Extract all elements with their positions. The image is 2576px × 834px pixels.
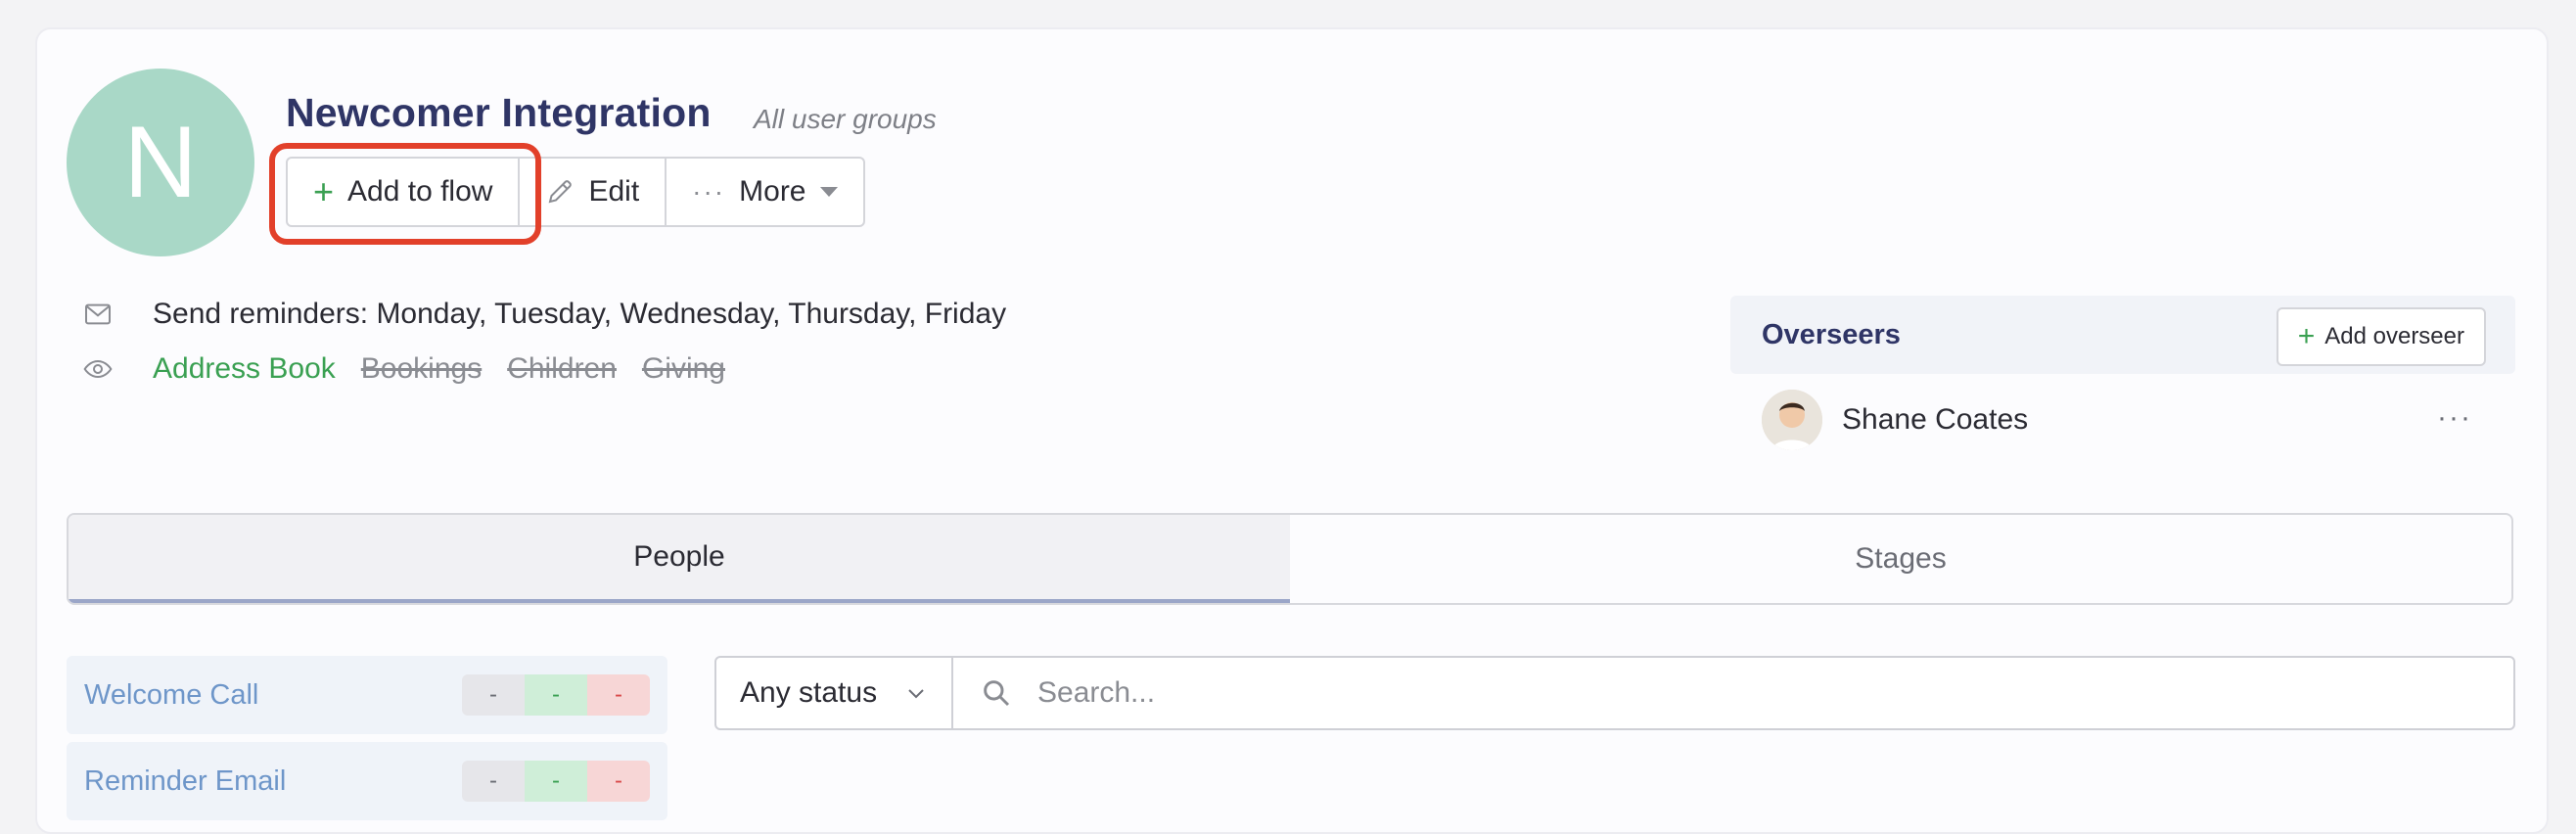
reminders-row: Send reminders: Monday, Tuesday, Wednesd…	[82, 298, 1006, 331]
stage-name: Welcome Call	[84, 678, 259, 711]
count-overdue: -	[587, 674, 650, 716]
user-group-scope: All user groups	[754, 104, 937, 134]
list-item[interactable]: Welcome Call - - -	[67, 656, 667, 734]
app-link-bookings[interactable]: Bookings	[361, 352, 482, 386]
overseer-name: Shane Coates	[1842, 403, 2029, 436]
overseers-heading: Overseers	[1762, 319, 1901, 350]
edit-label: Edit	[588, 175, 640, 208]
stage-counts: - - -	[462, 761, 650, 802]
caret-down-icon	[819, 187, 838, 197]
count-complete: -	[525, 674, 587, 716]
reminders-text: Send reminders: Monday, Tuesday, Wednesd…	[153, 298, 1007, 330]
overseer-item[interactable]: Shane Coates	[1762, 390, 2028, 450]
count-pending: -	[462, 761, 525, 802]
more-label: More	[739, 175, 806, 208]
tab-stages[interactable]: Stages	[1290, 515, 2511, 603]
app-link-children[interactable]: Children	[507, 352, 617, 386]
flow-avatar: N	[67, 69, 254, 256]
ellipsis-icon: ···	[692, 176, 726, 207]
overseers-header: Overseers + Add overseer	[1730, 296, 2515, 374]
more-dropdown-button[interactable]: ··· More	[667, 159, 862, 225]
page-title: Newcomer Integration	[286, 90, 712, 135]
overseer-options-icon[interactable]: ···	[2437, 401, 2472, 435]
edit-button[interactable]: Edit	[520, 159, 667, 225]
count-pending: -	[462, 674, 525, 716]
add-overseer-button[interactable]: + Add overseer	[2276, 307, 2486, 366]
status-select-value: Any status	[740, 676, 878, 709]
app-link-giving[interactable]: Giving	[642, 352, 725, 386]
search-icon	[984, 680, 1010, 707]
app-visibility-row: Address Book Bookings Children Giving	[82, 352, 725, 386]
add-overseer-label: Add overseer	[2324, 323, 2464, 349]
annotation-highlight	[269, 143, 541, 245]
flow-tabs: People Stages	[67, 513, 2513, 605]
avatar	[1762, 390, 1822, 450]
envelope-icon	[85, 303, 111, 325]
tab-people[interactable]: People	[69, 515, 1290, 603]
status-select[interactable]: Any status	[716, 658, 953, 728]
chevron-down-icon	[908, 689, 924, 699]
app-link-address-book[interactable]: Address Book	[153, 352, 336, 386]
list-item[interactable]: Reminder Email - - -	[67, 742, 667, 820]
stage-list: Welcome Call - - - Reminder Email - - -	[67, 656, 667, 828]
count-overdue: -	[587, 761, 650, 802]
stage-counts: - - -	[462, 674, 650, 716]
search-box	[953, 658, 2410, 728]
stage-name: Reminder Email	[84, 764, 287, 797]
eye-icon	[83, 359, 113, 379]
filter-bar: Any status	[714, 656, 2515, 730]
search-input[interactable]	[1035, 675, 2410, 711]
count-complete: -	[525, 761, 587, 802]
plus-icon: +	[2297, 320, 2316, 352]
pencil-icon	[549, 180, 573, 204]
